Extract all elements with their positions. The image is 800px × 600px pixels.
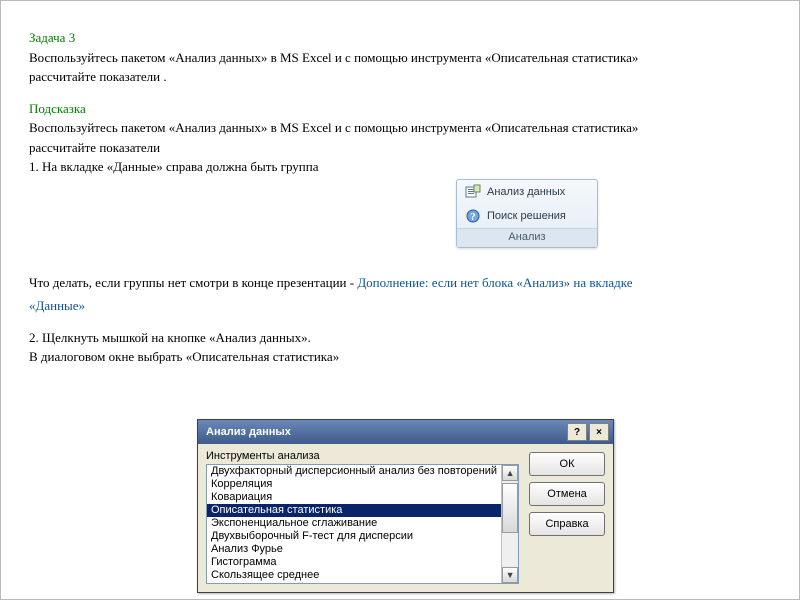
list-item[interactable]: Анализ Фурье <box>207 543 501 556</box>
task-text-line1: Воспользуйтесь пакетом «Анализ данных» в… <box>29 49 771 67</box>
ribbon-solver-button[interactable]: ? Поиск решения <box>457 204 597 228</box>
document-page: Задача 3 Воспользуйтесь пакетом «Анализ … <box>0 0 800 600</box>
scroll-down-button[interactable]: ▼ <box>502 567 518 583</box>
dialog-titlebar[interactable]: Анализ данных ? × <box>198 420 613 444</box>
hint-heading: Подсказка <box>29 100 771 118</box>
dialog-list-label: Инструменты анализа <box>206 450 519 462</box>
ribbon-data-analysis-button[interactable]: Анализ данных <box>457 180 597 204</box>
svg-text:?: ? <box>470 211 476 223</box>
list-item[interactable]: Ковариация <box>207 491 501 504</box>
scroll-up-button[interactable]: ▲ <box>502 465 518 481</box>
dialog-close-button[interactable]: × <box>589 423 609 441</box>
data-analysis-icon <box>465 184 481 200</box>
step2-line2: В диалоговом окне выбрать «Описательная … <box>29 348 771 366</box>
list-item[interactable]: Скользящее среднее <box>207 569 501 582</box>
hint-step1: 1. На вкладке «Данные» справа должна быт… <box>29 158 771 176</box>
ribbon-analysis-group: Анализ данных ? Поиск решения Анализ <box>456 179 598 248</box>
hint-text-line2: рассчитайте показатели <box>29 139 771 157</box>
note-link-line1[interactable]: Дополнение: если нет блока «Анализ» на в… <box>357 275 632 290</box>
solver-icon: ? <box>465 208 481 224</box>
analysis-dialog: Анализ данных ? × Инструменты анализа Дв… <box>197 419 614 593</box>
list-item[interactable]: Генерация случайных чисел <box>207 582 501 583</box>
scroll-track[interactable] <box>502 481 518 567</box>
note-paragraph: Что делать, если группы нет смотри в кон… <box>29 274 771 292</box>
list-item[interactable]: Корреляция <box>207 478 501 491</box>
task-heading: Задача 3 <box>29 29 771 47</box>
list-item[interactable]: Описательная статистика <box>207 504 501 517</box>
cancel-button[interactable]: Отмена <box>529 482 605 506</box>
list-item[interactable]: Двухвыборочный F-тест для дисперсии <box>207 530 501 543</box>
ribbon-item-label: Поиск решения <box>487 210 566 222</box>
note-link-line2[interactable]: «Данные» <box>29 298 85 313</box>
ok-button[interactable]: ОК <box>529 452 605 476</box>
ribbon-group-caption: Анализ <box>457 228 597 247</box>
dialog-title-text: Анализ данных <box>206 426 291 438</box>
step2-line1: 2. Щелкнуть мышкой на кнопке «Анализ дан… <box>29 329 771 347</box>
hint-text-line1: Воспользуйтесь пакетом «Анализ данных» в… <box>29 119 771 137</box>
scroll-thumb[interactable] <box>502 483 518 533</box>
list-item[interactable]: Двухфакторный дисперсионный анализ без п… <box>207 465 501 478</box>
help-button[interactable]: Справка <box>529 512 605 536</box>
dialog-help-button[interactable]: ? <box>567 423 587 441</box>
note-prefix: Что делать, если группы нет смотри в кон… <box>29 275 357 290</box>
ribbon-item-label: Анализ данных <box>487 186 565 198</box>
listbox-scrollbar[interactable]: ▲ ▼ <box>501 465 518 583</box>
task-text-line2: рассчитайте показатели . <box>29 68 771 86</box>
analysis-tools-listbox[interactable]: Двухфакторный дисперсионный анализ без п… <box>206 464 519 584</box>
list-item[interactable]: Гистограмма <box>207 556 501 569</box>
list-item[interactable]: Экспоненциальное сглаживание <box>207 517 501 530</box>
